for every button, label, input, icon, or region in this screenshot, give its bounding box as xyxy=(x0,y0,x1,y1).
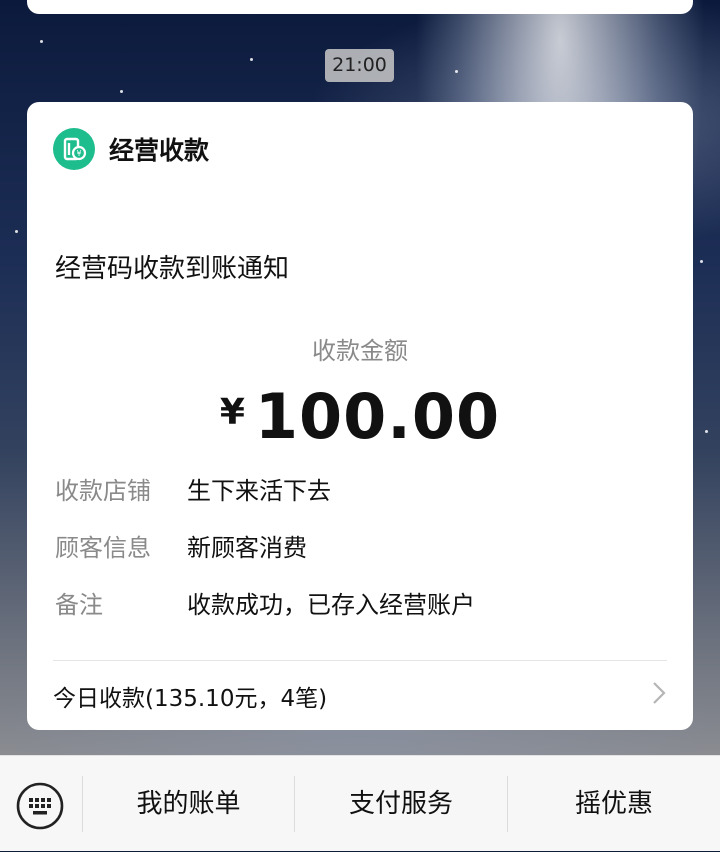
card-divider xyxy=(53,660,667,661)
payment-services-button[interactable]: 支付服务 xyxy=(295,756,507,852)
store-row: 收款店铺 生下来活下去 xyxy=(55,468,331,508)
previous-message-card[interactable] xyxy=(27,0,693,14)
amount-value: 100.00 xyxy=(254,380,501,453)
remark-value: 收款成功，已存入经营账户 xyxy=(187,590,475,619)
chevron-right-icon xyxy=(651,680,667,712)
shake-discount-button[interactable]: 摇优惠 xyxy=(508,756,720,852)
store-label: 收款店铺 xyxy=(55,476,151,505)
today-summary-link[interactable]: 今日收款(135.10元，4笔) xyxy=(53,674,667,718)
star-decoration xyxy=(700,260,703,263)
star-decoration xyxy=(455,70,458,73)
star-decoration xyxy=(705,430,708,433)
app-name: 经营收款 xyxy=(109,136,210,165)
currency-symbol: ¥ xyxy=(219,392,245,433)
star-decoration xyxy=(250,58,253,61)
amount-label: 收款金额 xyxy=(312,337,408,365)
star-decoration xyxy=(120,90,123,93)
svg-text:¥: ¥ xyxy=(76,149,81,158)
bottom-menu-bar: 我的账单 支付服务 摇优惠 xyxy=(0,755,720,851)
my-bill-button[interactable]: 我的账单 xyxy=(83,756,294,852)
payment-notification-card[interactable]: ¥ 经营收款 经营码收款到账通知 收款金额 ¥100.00 收款店铺 生下来活下… xyxy=(27,102,693,730)
store-value: 生下来活下去 xyxy=(187,476,331,505)
message-timestamp: 21:00 xyxy=(325,49,394,82)
keyboard-icon xyxy=(16,782,64,830)
card-header: ¥ 经营收款 xyxy=(53,128,209,170)
today-summary-text: 今日收款(135.10元，4笔) xyxy=(53,686,328,712)
star-decoration xyxy=(40,40,43,43)
notification-title: 经营码收款到账通知 xyxy=(55,254,290,284)
customer-row: 顾客信息 新顾客消费 xyxy=(55,525,307,565)
amount-display: ¥100.00 xyxy=(27,380,693,453)
customer-value: 新顾客消费 xyxy=(187,533,307,562)
keyboard-toggle-button[interactable] xyxy=(14,780,66,832)
customer-label: 顾客信息 xyxy=(55,533,151,562)
business-payment-icon: ¥ xyxy=(53,128,95,170)
remark-row: 备注 收款成功，已存入经营账户 xyxy=(55,582,475,622)
star-decoration xyxy=(15,230,18,233)
remark-label: 备注 xyxy=(55,590,103,619)
